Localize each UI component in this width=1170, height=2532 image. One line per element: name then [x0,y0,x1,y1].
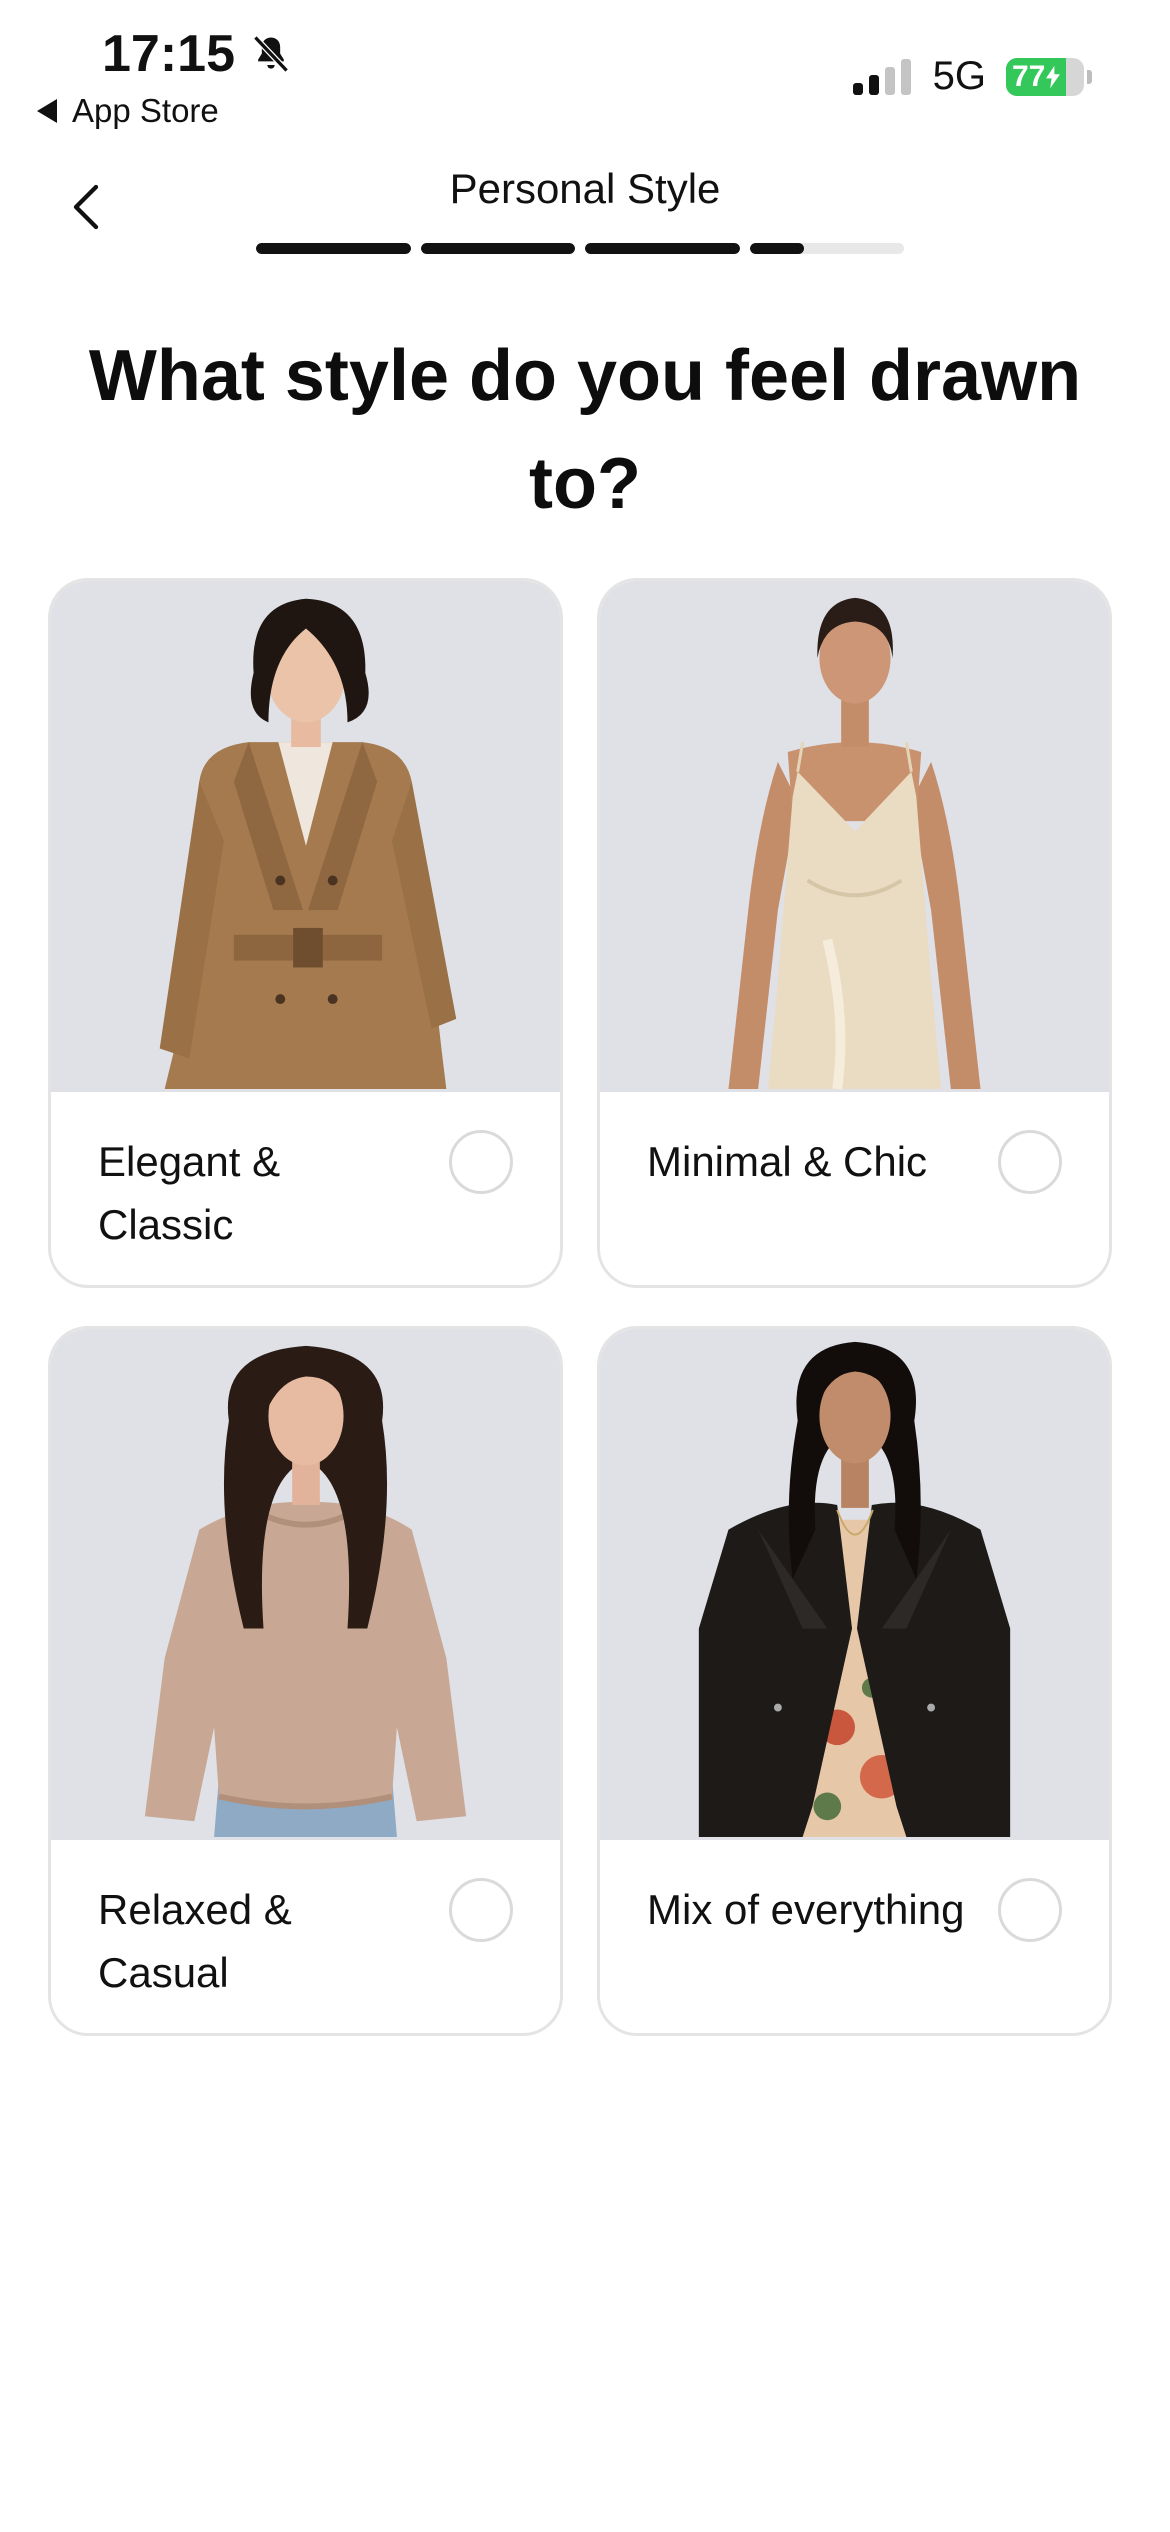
progress-segment-fill [749,243,804,254]
style-options-grid: Elegant & Classic Minimal & Chic Relaxed… [48,578,1112,2036]
charging-bolt-icon [1046,65,1061,88]
style-option-card[interactable]: Mix of everything [597,1326,1112,2036]
style-option-image [600,1329,1109,1840]
woman-in-leather-jacket-and-floral-dress-image [600,1331,1109,1838]
status-indicators: 5G 77 [852,54,1092,99]
network-label: 5G [932,54,986,98]
style-option-card[interactable]: Elegant & Classic [48,578,563,1288]
style-option-card[interactable]: Minimal & Chic [597,578,1112,1288]
progress-segment-fill [585,243,740,254]
progress-segment [420,243,575,254]
style-option-label: Minimal & Chic [647,1138,928,1185]
progress-segment-fill [256,243,411,254]
battery-cap [1087,69,1092,84]
page-title: Personal Style [449,165,721,212]
progress-bar [256,243,904,254]
style-option-radio[interactable] [998,1878,1062,1942]
woman-in-satin-slip-dress-image [600,583,1109,1090]
progress-segment [585,243,740,254]
style-option-footer: Elegant & Classic [51,1092,560,1285]
woman-in-camel-trench-coat-image [51,583,560,1090]
back-to-app-store-link[interactable]: App Store [36,92,219,130]
style-option-label: Relaxed & Casual [98,1886,292,1996]
style-option-radio[interactable] [449,1130,513,1194]
bell-slash-icon [253,35,289,73]
style-option-label: Elegant & Classic [98,1138,281,1248]
style-option-radio[interactable] [449,1878,513,1942]
style-option-image [600,581,1109,1092]
question-heading: What style do you feel drawn to? [88,336,1082,524]
style-option-card[interactable]: Relaxed & Casual [48,1326,563,2036]
style-option-label: Mix of everything [647,1886,965,1933]
status-time-text: 17:15 [102,25,235,83]
status-time: 17:15 [102,24,293,84]
signal-icon [852,58,911,95]
back-app-label: App Store [72,92,219,129]
style-option-image [51,1329,560,1840]
progress-segment [749,243,904,254]
style-option-footer: Minimal & Chic [600,1092,1109,1285]
style-option-image [51,581,560,1092]
battery-percent: 77 [1012,59,1046,93]
style-option-radio[interactable] [998,1130,1062,1194]
progress-segment-fill [420,243,575,254]
back-triangle-icon [37,99,57,123]
personal-style-screen: 17:15 App Store 5G 77 Personal Style Wha… [0,0,1170,2532]
style-option-footer: Relaxed & Casual [51,1840,560,2033]
style-option-footer: Mix of everything [600,1840,1109,2033]
woman-in-knit-sweater-and-jeans-image [51,1331,560,1838]
progress-segment [256,243,411,254]
battery-icon: 77 [1006,57,1084,96]
